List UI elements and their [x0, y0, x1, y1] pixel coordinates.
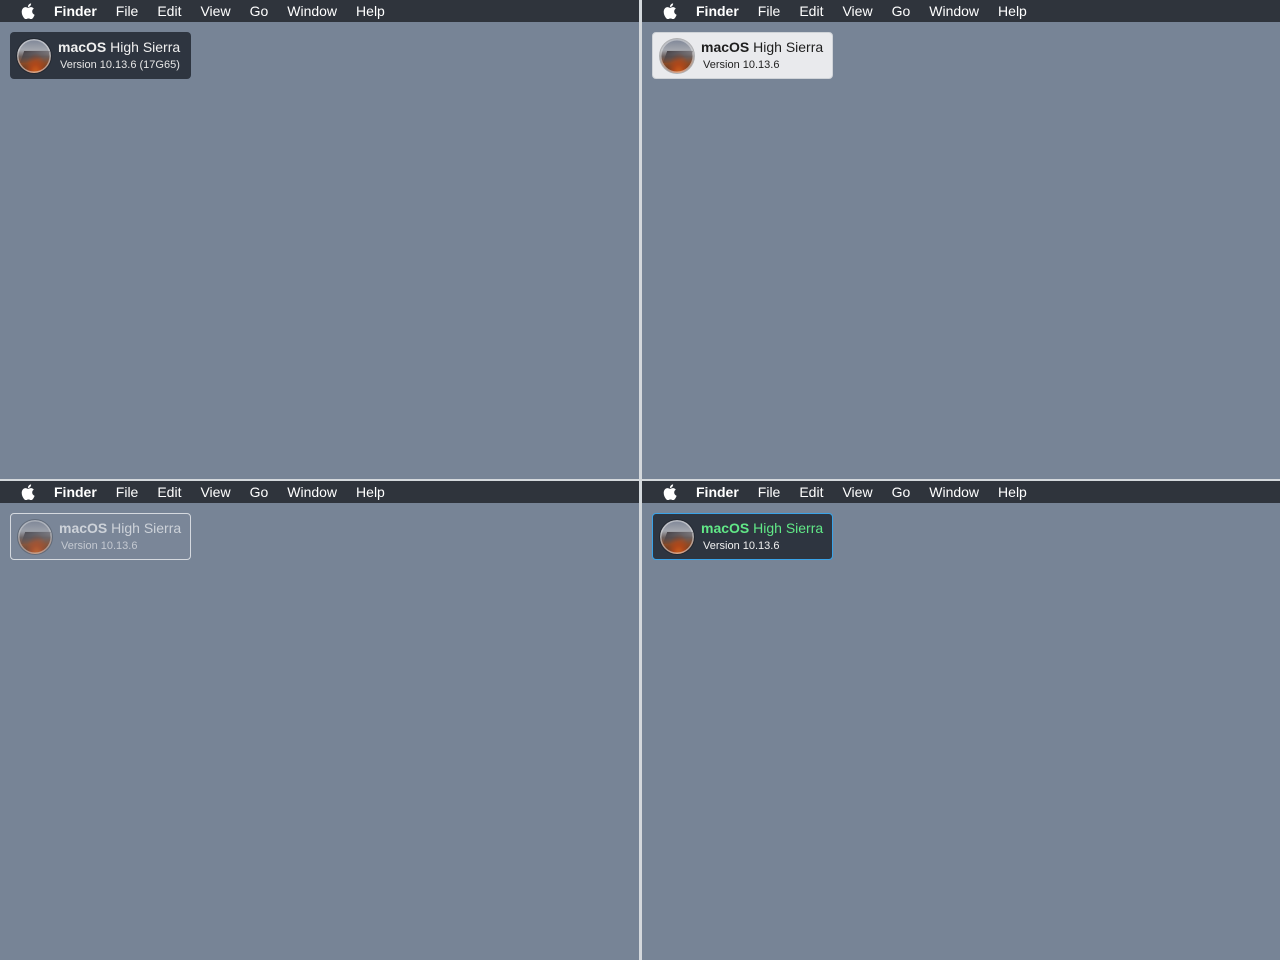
os-label: macOS [701, 520, 750, 536]
menu-edit[interactable]: Edit [157, 0, 181, 22]
high-sierra-logo-icon [18, 519, 52, 554]
os-label: macOS [701, 39, 750, 55]
menu-help[interactable]: Help [998, 0, 1027, 22]
os-label: macOS [59, 520, 108, 536]
menu-file[interactable]: File [116, 481, 139, 503]
apple-logo-icon[interactable] [20, 484, 36, 500]
menu-view[interactable]: View [200, 0, 230, 22]
os-version-widget[interactable]: macOS High Sierra Version 10.13.6 [10, 513, 191, 560]
high-sierra-logo-icon [660, 38, 694, 73]
menu-app-name[interactable]: Finder [54, 481, 97, 503]
menu-bar: Finder File Edit View Go Window Help [642, 0, 1280, 22]
desktop-panel-top-right: Finder File Edit View Go Window Help mac… [642, 0, 1280, 479]
menu-window[interactable]: Window [929, 0, 979, 22]
menu-help[interactable]: Help [356, 481, 385, 503]
desktop-panel-top-left: Finder File Edit View Go Window Help mac… [0, 0, 639, 479]
os-version-widget[interactable]: macOS High Sierra Version 10.13.6 [652, 513, 833, 560]
version-text: Version 10.13.6 [703, 59, 780, 71]
menu-go[interactable]: Go [250, 0, 269, 22]
os-name: High Sierra [753, 39, 824, 55]
menu-view[interactable]: View [842, 481, 872, 503]
apple-logo-icon[interactable] [662, 484, 678, 500]
os-version-widget[interactable]: macOS High Sierra Version 10.13.6 (17G65… [10, 32, 191, 79]
widget-title: macOS High Sierra [58, 39, 180, 56]
apple-logo-icon[interactable] [20, 3, 36, 19]
desktop-panel-bottom-right: Finder File Edit View Go Window Help mac… [642, 481, 1280, 960]
menu-edit[interactable]: Edit [799, 481, 823, 503]
menu-window[interactable]: Window [929, 481, 979, 503]
menu-file[interactable]: File [758, 0, 781, 22]
desktop-panel-bottom-left: Finder File Edit View Go Window Help mac… [0, 481, 639, 960]
menu-go[interactable]: Go [250, 481, 269, 503]
os-label: macOS [58, 39, 107, 55]
high-sierra-logo-icon [17, 38, 51, 73]
os-name: High Sierra [111, 520, 182, 536]
widget-title: macOS High Sierra [701, 520, 823, 537]
widget-title: macOS High Sierra [701, 39, 823, 56]
menu-go[interactable]: Go [892, 0, 911, 22]
widget-title: macOS High Sierra [59, 520, 181, 537]
os-version-widget[interactable]: macOS High Sierra Version 10.13.6 [652, 32, 833, 79]
menu-view[interactable]: View [842, 0, 872, 22]
menu-help[interactable]: Help [356, 0, 385, 22]
menu-file[interactable]: File [116, 0, 139, 22]
menu-window[interactable]: Window [287, 481, 337, 503]
menu-window[interactable]: Window [287, 0, 337, 22]
menu-bar: Finder File Edit View Go Window Help [0, 481, 639, 503]
menu-edit[interactable]: Edit [157, 481, 181, 503]
menu-go[interactable]: Go [892, 481, 911, 503]
menu-bar: Finder File Edit View Go Window Help [0, 0, 639, 22]
menu-edit[interactable]: Edit [799, 0, 823, 22]
menu-help[interactable]: Help [998, 481, 1027, 503]
version-text: Version 10.13.6 (17G65) [60, 59, 180, 71]
version-text: Version 10.13.6 [703, 540, 780, 552]
menu-view[interactable]: View [200, 481, 230, 503]
version-text: Version 10.13.6 [61, 540, 138, 552]
high-sierra-logo-icon [660, 519, 694, 554]
apple-logo-icon[interactable] [662, 3, 678, 19]
os-name: High Sierra [753, 520, 824, 536]
menu-app-name[interactable]: Finder [696, 0, 739, 22]
menu-app-name[interactable]: Finder [54, 0, 97, 22]
os-name: High Sierra [110, 39, 181, 55]
menu-bar: Finder File Edit View Go Window Help [642, 481, 1280, 503]
menu-file[interactable]: File [758, 481, 781, 503]
menu-app-name[interactable]: Finder [696, 481, 739, 503]
